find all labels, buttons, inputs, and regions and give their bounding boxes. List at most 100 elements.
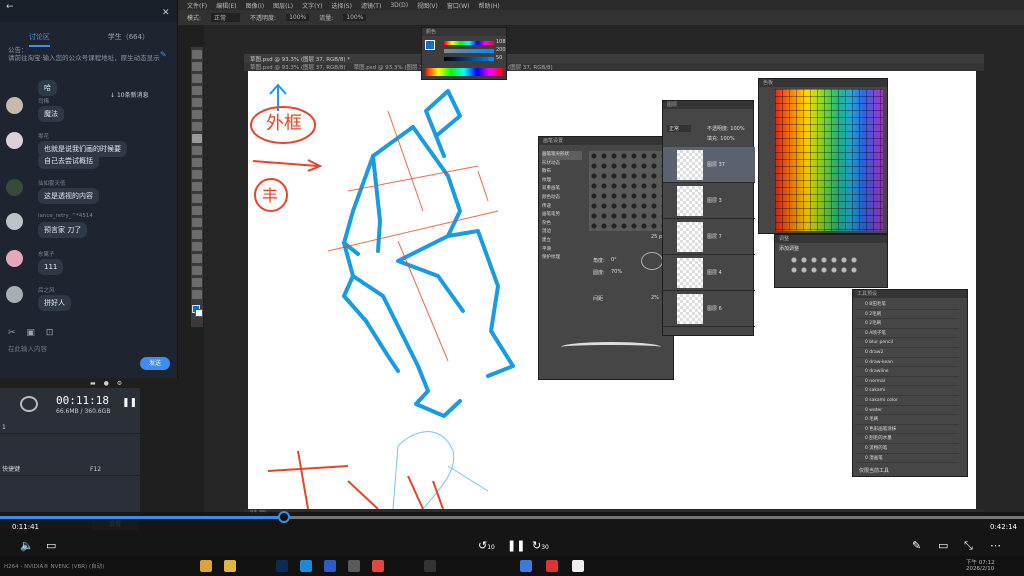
menu-item[interactable]: 编辑(E) — [216, 1, 236, 10]
blur-tool-icon[interactable] — [192, 194, 202, 203]
tab-discussion[interactable]: 讨论区 — [28, 32, 50, 47]
stamp-tool-icon[interactable] — [192, 146, 202, 155]
brush-option[interactable]: 形状动态 — [542, 160, 582, 169]
marquee-tool-icon[interactable] — [192, 62, 202, 71]
chrome-icon[interactable] — [200, 560, 212, 572]
avatar[interactable] — [6, 250, 23, 267]
dodge-tool-icon[interactable] — [192, 206, 202, 215]
skip-forward-button[interactable]: ↻30 — [532, 539, 549, 552]
skip-back-button[interactable]: ↺10 — [478, 539, 495, 552]
app-icon[interactable] — [424, 560, 436, 572]
layer-row[interactable]: 图层 37 — [663, 147, 755, 183]
brush-option[interactable]: 散布 — [542, 168, 582, 177]
brush-option[interactable]: 纹理 — [542, 177, 582, 186]
move-tool-icon[interactable] — [192, 50, 202, 59]
bri-value[interactable]: 50 — [496, 55, 502, 61]
layer-row[interactable]: 图层 7 — [663, 219, 755, 255]
hue-value[interactable]: 108 — [496, 39, 506, 45]
tool-preset-item[interactable]: 0 色彩画笔涂抹 — [855, 425, 959, 435]
shape-tool-icon[interactable] — [192, 254, 202, 263]
avatar[interactable] — [6, 179, 23, 196]
history-brush-tool-icon[interactable] — [192, 158, 202, 167]
tool-preset-item[interactable]: 0 流畅的笔 — [855, 444, 959, 454]
brush-angle-value[interactable]: 0° — [611, 257, 617, 263]
menu-item[interactable]: 窗口(W) — [447, 1, 470, 10]
layer-blend-mode[interactable]: 正常 — [667, 125, 692, 132]
avatar[interactable] — [6, 286, 23, 303]
hotkey-value[interactable]: F12 — [90, 464, 101, 476]
brush-option[interactable]: 画笔笔势 — [542, 211, 582, 220]
bri-slider[interactable] — [444, 57, 494, 61]
more-options-icon[interactable]: ⋯ — [990, 539, 1001, 552]
menu-item[interactable]: 图像(I) — [246, 1, 264, 10]
menu-item[interactable]: 文字(Y) — [302, 1, 322, 10]
app-icon[interactable] — [372, 560, 384, 572]
brush-angle-widget[interactable] — [641, 252, 663, 270]
more-tools-icon[interactable] — [192, 290, 202, 299]
current-tool-only-checkbox[interactable]: 仅限当前工具 — [859, 467, 889, 474]
brush-option[interactable]: 颜色动态 — [542, 194, 582, 203]
screenshot-icon[interactable]: ⊡ — [46, 328, 54, 338]
layer-row[interactable]: 图层 3 — [663, 183, 755, 219]
doc-tab-2[interactable]: 草图.psd @ 93.3% (图层 37, RGB/8) — [250, 63, 346, 71]
webcam-icon[interactable] — [20, 396, 38, 412]
avatar[interactable] — [6, 132, 23, 149]
eyedropper-tool-icon[interactable] — [192, 110, 202, 119]
cast-icon[interactable]: ▭ — [938, 539, 948, 552]
draw-icon[interactable]: ✎ — [912, 539, 921, 552]
layer-fill[interactable]: 填充: 100% — [707, 135, 735, 142]
layer-row[interactable]: 图层 4 — [663, 255, 755, 291]
flow-value[interactable]: 100% — [343, 14, 367, 21]
edit-notice-icon[interactable]: ✎ — [160, 50, 167, 59]
new-messages-pill[interactable]: ↓ 10条新消息 — [110, 90, 149, 99]
play-pause-button[interactable]: ❚❚ — [507, 539, 525, 552]
tab-students[interactable]: 学生（664） — [108, 32, 149, 47]
app-icon[interactable] — [572, 560, 584, 572]
mode-select[interactable]: 正常 — [211, 13, 241, 22]
lasso-tool-icon[interactable] — [192, 74, 202, 83]
brush-tool-icon[interactable] — [192, 134, 202, 143]
menu-item[interactable]: 图层(L) — [273, 1, 293, 10]
tool-preset-item[interactable]: 0 sakami color — [855, 396, 959, 406]
image-icon[interactable]: ▣ — [26, 328, 35, 338]
brush-option[interactable]: 湿边 — [542, 228, 582, 237]
tool-preset-item[interactable]: 0 draw2 — [855, 348, 959, 358]
chat-input[interactable]: 在此输入内容 — [8, 343, 47, 353]
tool-preset-item[interactable]: 0 water — [855, 406, 959, 416]
send-button[interactable]: 发送 — [140, 357, 170, 370]
photoshop-icon[interactable] — [276, 560, 288, 572]
exit-fullscreen-icon[interactable]: ⤡ — [964, 539, 973, 553]
tool-preset-item[interactable]: 0 A喷子笔 — [855, 329, 959, 339]
brush-option[interactable]: 平滑 — [542, 246, 582, 255]
brush-option[interactable]: 杂色 — [542, 220, 582, 229]
clock-time[interactable]: 下午 07:12 — [966, 558, 995, 566]
app-icon[interactable] — [324, 560, 336, 572]
brush-option[interactable]: 传递 — [542, 203, 582, 212]
adjustment-icons[interactable] — [789, 255, 859, 277]
tool-preset-item[interactable]: 0 湿画笔 — [855, 454, 959, 464]
sat-slider[interactable] — [444, 49, 494, 53]
menu-item[interactable]: 3D(D) — [390, 2, 408, 9]
menu-item[interactable]: 选择(S) — [331, 1, 352, 10]
layer-opacity[interactable]: 不透明度: 100% — [707, 125, 745, 132]
opacity-value[interactable]: 100% — [286, 14, 310, 21]
tool-preset-item[interactable]: 0 刮毛的水墨 — [855, 434, 959, 444]
settings-icon[interactable]: ● — [104, 380, 109, 387]
tool-preset-item[interactable]: 0 B田毛笔 — [855, 300, 959, 310]
brush-option[interactable]: 双重画笔 — [542, 185, 582, 194]
menu-item[interactable]: 滤镜(T) — [361, 1, 381, 10]
app-icon[interactable] — [520, 560, 532, 572]
eraser-tool-icon[interactable] — [192, 170, 202, 179]
tool-preset-item[interactable]: 0 blur pencil — [855, 338, 959, 348]
crop-tool-icon[interactable] — [192, 98, 202, 107]
subtitles-icon[interactable]: ▭ — [46, 539, 56, 552]
gradient-tool-icon[interactable] — [192, 182, 202, 191]
tool-preset-item[interactable]: 0 sakami — [855, 386, 959, 396]
app-icon[interactable] — [348, 560, 360, 572]
healing-tool-icon[interactable] — [192, 122, 202, 131]
app-icon[interactable] — [546, 560, 558, 572]
fg-color-icon[interactable] — [425, 40, 435, 50]
tool-preset-item[interactable]: 0 drawline — [855, 367, 959, 377]
tool-preset-item[interactable]: 0 draw-kean — [855, 358, 959, 368]
pause-button[interactable]: ❚❚ — [122, 398, 137, 408]
